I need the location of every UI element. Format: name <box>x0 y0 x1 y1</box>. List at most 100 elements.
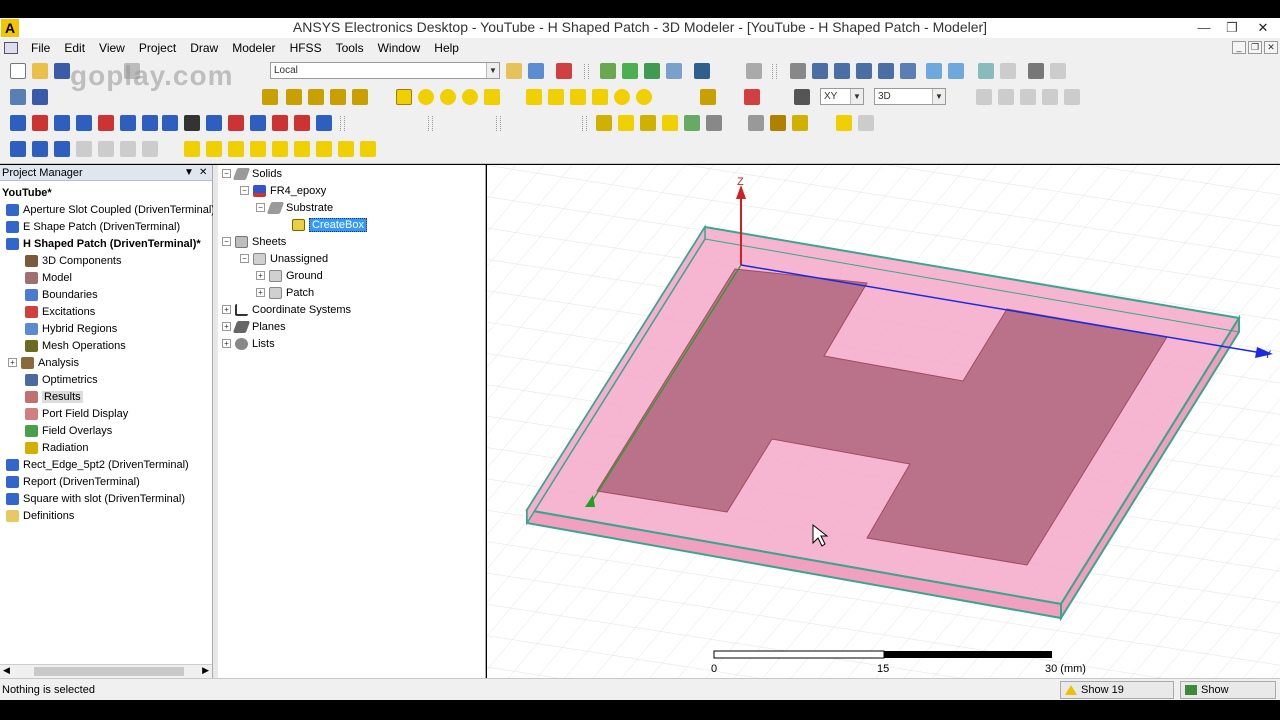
tree-node-material[interactable]: − FR4_epoxy <box>240 182 326 199</box>
tree-item-results[interactable]: Results <box>25 388 83 405</box>
perfect-e-icon[interactable] <box>54 115 70 131</box>
view-right-icon[interactable] <box>250 141 266 157</box>
tree-node-solids[interactable]: − Solids <box>222 165 282 182</box>
menu-window[interactable]: Window <box>371 41 428 55</box>
redo-view-icon[interactable] <box>1050 63 1066 79</box>
design-node[interactable]: E Shape Patch (DrivenTerminal) <box>6 218 180 235</box>
draw-equation-surface-icon[interactable] <box>484 89 500 105</box>
mdi-close-icon[interactable]: ✕ <box>1264 41 1278 54</box>
menu-help[interactable]: Help <box>427 41 466 55</box>
draw-cone-icon[interactable] <box>592 89 608 105</box>
help-icon[interactable] <box>10 89 26 105</box>
voltage-source-icon[interactable] <box>316 115 332 131</box>
finite-conductivity-icon[interactable] <box>76 115 92 131</box>
expand-icon[interactable]: + <box>8 358 17 367</box>
wave-port-icon[interactable] <box>228 115 244 131</box>
zoom-icon[interactable] <box>900 63 916 79</box>
highlight-icon[interactable] <box>836 115 852 131</box>
tree-item-model[interactable]: Model <box>25 269 72 286</box>
project-node[interactable]: YouTube* <box>2 184 52 201</box>
close-icon[interactable]: ✕ <box>199 165 207 181</box>
grid-toggle-icon[interactable] <box>748 115 764 131</box>
menu-project[interactable]: Project <box>132 41 183 55</box>
tree-item-mesh-operations[interactable]: Mesh Operations <box>25 337 126 354</box>
view-trimetric-icon[interactable] <box>338 141 354 157</box>
expand-icon[interactable]: + <box>222 322 231 331</box>
vertex-icon[interactable] <box>662 115 678 131</box>
draw-polyline-icon[interactable] <box>352 89 368 105</box>
save-icon[interactable] <box>54 63 70 79</box>
tree-item-hybrid-regions[interactable]: Hybrid Regions <box>25 320 117 337</box>
tree-item-3d-components[interactable]: 3D Components <box>25 252 122 269</box>
draw-curve-icon[interactable] <box>330 89 346 105</box>
radiation-boundary-icon[interactable] <box>32 115 48 131</box>
design-node[interactable]: Square with slot (DrivenTerminal) <box>6 490 185 507</box>
tree-node-sheets[interactable]: − Sheets <box>222 233 286 250</box>
symmetry-icon[interactable] <box>162 115 178 131</box>
edge-icon[interactable] <box>640 115 656 131</box>
tree-item-analysis[interactable]: + Analysis <box>8 354 79 371</box>
validate-icon[interactable] <box>600 63 616 79</box>
fit-selection-icon[interactable] <box>1000 63 1016 79</box>
rotate-y-icon[interactable] <box>856 63 872 79</box>
select-by-name-icon[interactable] <box>120 141 136 157</box>
model-canvas[interactable]: Z Y 0 15 30 (mm) <box>487 165 1280 678</box>
plane-select[interactable]: XY ▼ <box>820 88 864 105</box>
collapse-icon[interactable]: − <box>240 186 249 195</box>
pin-icon[interactable]: ▼ <box>184 165 194 181</box>
expand-icon[interactable]: + <box>222 339 231 348</box>
tree-node-substrate[interactable]: − Substrate <box>256 199 333 216</box>
check-icon[interactable] <box>622 63 638 79</box>
copy-icon[interactable] <box>746 63 762 79</box>
view-iso-icon[interactable] <box>316 141 332 157</box>
zoom-out-icon[interactable] <box>948 63 964 79</box>
definitions-node[interactable]: Definitions <box>6 507 74 524</box>
draw-regular-polygon-icon[interactable] <box>440 89 456 105</box>
coordinate-system-select[interactable]: Local ▼ <box>270 62 500 79</box>
horizontal-scrollbar[interactable]: ◀ ▶ <box>0 664 212 678</box>
scroll-thumb[interactable] <box>34 667 184 676</box>
open-icon[interactable] <box>32 63 48 79</box>
document-icon[interactable] <box>4 42 18 54</box>
boundary-icon[interactable] <box>10 115 26 131</box>
draw-rectangle-icon[interactable] <box>396 89 412 105</box>
tree-item-radiation[interactable]: Radiation <box>25 439 88 456</box>
active-design-node[interactable]: H Shaped Patch (DrivenTerminal)* <box>6 235 201 252</box>
view-bottom-icon[interactable] <box>294 141 310 157</box>
draw-ellipse-icon[interactable] <box>462 89 478 105</box>
tree-node-planes[interactable]: + Planes <box>222 318 286 335</box>
draw-spline-icon[interactable] <box>286 89 302 105</box>
select-object-icon[interactable] <box>10 141 26 157</box>
unite-icon[interactable] <box>976 89 992 105</box>
expand-icon[interactable]: + <box>256 271 265 280</box>
undo-view-icon[interactable] <box>1028 63 1044 79</box>
rotate-icon[interactable] <box>812 63 828 79</box>
tree-item-optimetrics[interactable]: Optimetrics <box>25 371 98 388</box>
impedance-icon[interactable] <box>98 115 114 131</box>
mdi-restore-icon[interactable]: ❐ <box>1248 41 1262 54</box>
collapse-icon[interactable]: − <box>222 237 231 246</box>
minimize-icon[interactable]: — <box>1190 18 1218 38</box>
incident-wave-icon[interactable] <box>294 115 310 131</box>
tree-node-ground[interactable]: + Ground <box>256 267 323 284</box>
show-progress-button[interactable]: Show Progress <box>1180 681 1276 712</box>
lumped-rlc-icon[interactable] <box>120 115 136 131</box>
draw-arc-icon[interactable] <box>308 89 324 105</box>
expand-icon[interactable]: + <box>222 305 231 314</box>
undo-icon[interactable] <box>706 115 722 131</box>
select-face-icon[interactable] <box>32 141 48 157</box>
3d-viewport[interactable]: Z Y 0 15 30 (mm) <box>487 165 1280 678</box>
subtract-icon[interactable] <box>998 89 1014 105</box>
arc-center-icon[interactable] <box>684 115 700 131</box>
view-back-icon[interactable] <box>206 141 222 157</box>
menu-view[interactable]: View <box>92 41 132 55</box>
collapse-icon[interactable]: − <box>222 169 231 178</box>
draw-box-icon[interactable] <box>526 89 542 105</box>
analyze-icon[interactable] <box>644 63 660 79</box>
draw-regular-polyhedron-icon[interactable] <box>570 89 586 105</box>
restore-icon[interactable]: ❐ <box>1218 18 1246 38</box>
context-help-icon[interactable] <box>32 89 48 105</box>
view-front-icon[interactable] <box>184 141 200 157</box>
split-icon[interactable] <box>1042 89 1058 105</box>
tree-node-unassigned[interactable]: − Unassigned <box>240 250 328 267</box>
